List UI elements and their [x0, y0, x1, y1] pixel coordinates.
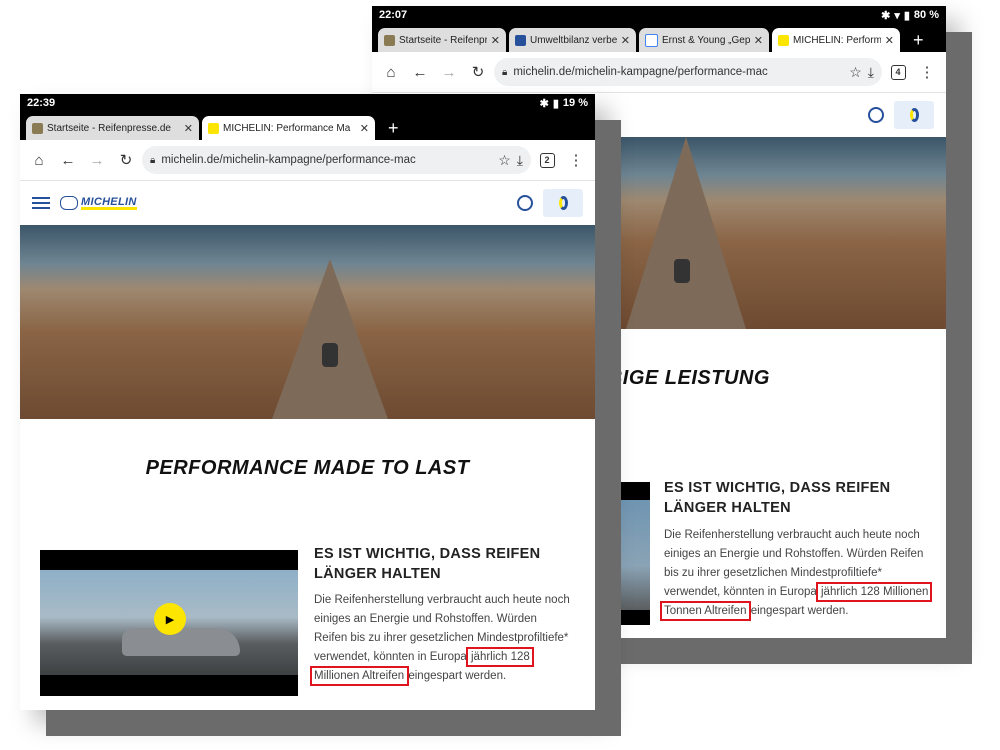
logo-text: MICHELIN — [81, 195, 137, 210]
article-text: ES IST WICHTIG, DASS REIFEN LÄNGER HALTE… — [310, 544, 570, 686]
video-thumbnail[interactable] — [594, 482, 650, 625]
play-button[interactable]: ▶ — [154, 603, 186, 635]
tab-switcher-button[interactable]: 4 — [885, 59, 911, 85]
road-graphic — [626, 137, 746, 329]
battery-level: 19 % — [562, 97, 588, 109]
star-icon[interactable]: ☆ — [498, 152, 511, 169]
search-icon[interactable] — [868, 107, 884, 123]
bluetooth-icon: ✱ — [881, 9, 891, 22]
hamburger-menu-icon[interactable] — [32, 197, 50, 209]
tab-count: 4 — [890, 64, 906, 80]
video-still — [594, 500, 650, 610]
michelin-favicon-icon — [208, 122, 219, 134]
hero-video[interactable] — [20, 225, 595, 419]
tab-title: Ernst & Young „Gep — [662, 34, 750, 46]
tyre-icon — [558, 196, 568, 210]
tab-michelin[interactable]: MICHELIN: Performa ✕ — [772, 28, 900, 52]
back-icon[interactable]: ← — [55, 147, 81, 173]
url-text: michelin.de/michelin-kampagne/performanc… — [161, 154, 416, 166]
bibendum-icon — [60, 196, 78, 210]
tab-strip: Startseite - Reifenpresse.de ✕ MICHELIN: … — [20, 112, 595, 140]
tab-count: 2 — [539, 152, 555, 168]
status-time: 22:39 — [27, 97, 56, 109]
article-text: ES IST WICHTIG, DASS REIFEN LÄNGER HALTE… — [659, 478, 934, 621]
video-thumbnail[interactable]: ▶ — [40, 550, 298, 696]
status-time: 22:07 — [379, 9, 408, 21]
favicon-icon — [384, 34, 395, 46]
home-icon[interactable]: ⌂ — [378, 59, 404, 85]
home-icon[interactable]: ⌂ — [26, 147, 52, 173]
tab-title: Startseite - Reifenpresse.de — [47, 122, 171, 134]
vehicle-graphic — [322, 343, 338, 367]
michelin-favicon-icon — [778, 34, 789, 46]
vehicle-graphic — [674, 259, 690, 283]
article-paragraph: Die Reifenherstellung verbraucht auch he… — [659, 526, 934, 621]
article-heading: ES IST WICHTIG, DASS REIFEN LÄNGER HALTE… — [314, 546, 541, 582]
wifi-icon: ▾ — [894, 9, 900, 22]
tab-michelin[interactable]: MICHELIN: Performance Ma ✕ — [202, 116, 375, 140]
lock-icon: 🔒︎ — [502, 66, 508, 78]
lock-icon: 🔒︎ — [150, 154, 156, 166]
close-icon[interactable]: ✕ — [184, 122, 193, 135]
forward-icon[interactable]: → — [84, 147, 110, 173]
browser-toolbar: ⌂ ← → ↻ 🔒︎ michelin.de/michelin-kampagne… — [372, 52, 946, 93]
close-icon[interactable]: ✕ — [491, 34, 500, 47]
paragraph-text: Die Reifenherstellung verbraucht auch he… — [314, 594, 570, 663]
article-heading: ES IST WICHTIG, DASS REIFEN LÄNGER HALTE… — [664, 480, 891, 516]
tab-title: MICHELIN: Performa — [793, 34, 881, 46]
bluetooth-icon: ✱ — [539, 97, 549, 110]
battery-icon: ▮ — [552, 97, 559, 110]
tab-title: MICHELIN: Performance Ma — [223, 122, 351, 134]
article-paragraph: Die Reifenherstellung verbraucht auch he… — [310, 591, 570, 686]
close-icon[interactable]: ✕ — [621, 34, 630, 47]
page-headline: PERFORMANCE MADE TO LAST — [145, 457, 470, 479]
overflow-menu-icon[interactable]: ⋮ — [563, 147, 589, 173]
tab-title: Umweltbilanz verbe — [530, 34, 617, 46]
tyre-icon — [909, 108, 919, 122]
star-icon[interactable]: ☆ — [849, 64, 862, 81]
battery-icon: ▮ — [903, 9, 910, 22]
url-text: michelin.de/michelin-kampagne/performanc… — [513, 66, 768, 78]
new-tab-button[interactable]: + — [903, 28, 934, 52]
back-icon[interactable]: ← — [407, 59, 433, 85]
address-bar[interactable]: 🔒︎ michelin.de/michelin-kampagne/perform… — [494, 58, 882, 86]
tab-ernst-young[interactable]: Ernst & Young „Gep ✕ — [639, 28, 769, 52]
tab-title: Startseite - Reifenpr — [399, 34, 487, 46]
tyre-selector-button[interactable] — [894, 101, 934, 129]
tab-umweltbilanz[interactable]: Umweltbilanz verbe ✕ — [509, 28, 636, 52]
close-icon[interactable]: ✕ — [360, 122, 369, 135]
search-icon[interactable] — [517, 195, 533, 211]
forward-icon[interactable]: → — [436, 59, 462, 85]
overflow-menu-icon[interactable]: ⋮ — [914, 59, 940, 85]
download-icon[interactable]: ⤓ — [868, 64, 874, 81]
tyre-selector-button[interactable] — [543, 189, 583, 217]
site-header: MICHELIN — [20, 181, 595, 225]
tab-reifenpresse[interactable]: Startseite - Reifenpresse.de ✕ — [26, 116, 199, 140]
new-tab-button[interactable]: + — [378, 116, 409, 140]
battery-level: 80 % — [913, 9, 939, 21]
google-icon — [645, 33, 658, 47]
favicon-icon — [515, 34, 526, 46]
reload-icon[interactable]: ↻ — [465, 59, 491, 85]
address-bar[interactable]: 🔒︎ michelin.de/michelin-kampagne/perform… — [142, 146, 531, 174]
front-browser-window: 22:39 ✱ ▮ 19 % Startseite - Reifenpresse.d… — [20, 94, 595, 710]
status-bar: 22:07 ✱ ▾ ▮ 80 % — [372, 6, 946, 24]
favicon-icon — [32, 122, 43, 134]
reload-icon[interactable]: ↻ — [113, 147, 139, 173]
close-icon[interactable]: ✕ — [885, 34, 894, 47]
road-graphic — [272, 259, 388, 419]
paragraph-ending: eingespart werden. — [408, 670, 507, 682]
car-graphic — [122, 628, 240, 656]
tab-strip: Startseite - Reifenpr ✕ Umweltbilanz verb… — [372, 24, 946, 52]
download-icon[interactable]: ⤓ — [517, 152, 523, 169]
tab-switcher-button[interactable]: 2 — [534, 147, 560, 173]
status-bar: 22:39 ✱ ▮ 19 % — [20, 94, 595, 112]
tab-reifenpresse[interactable]: Startseite - Reifenpr ✕ — [378, 28, 506, 52]
paragraph-ending: eingespart werden. — [750, 605, 849, 617]
browser-toolbar: ⌂ ← → ↻ 🔒︎ michelin.de/michelin-kampagne… — [20, 140, 595, 181]
michelin-logo[interactable]: MICHELIN — [60, 196, 137, 210]
close-icon[interactable]: ✕ — [754, 34, 763, 47]
